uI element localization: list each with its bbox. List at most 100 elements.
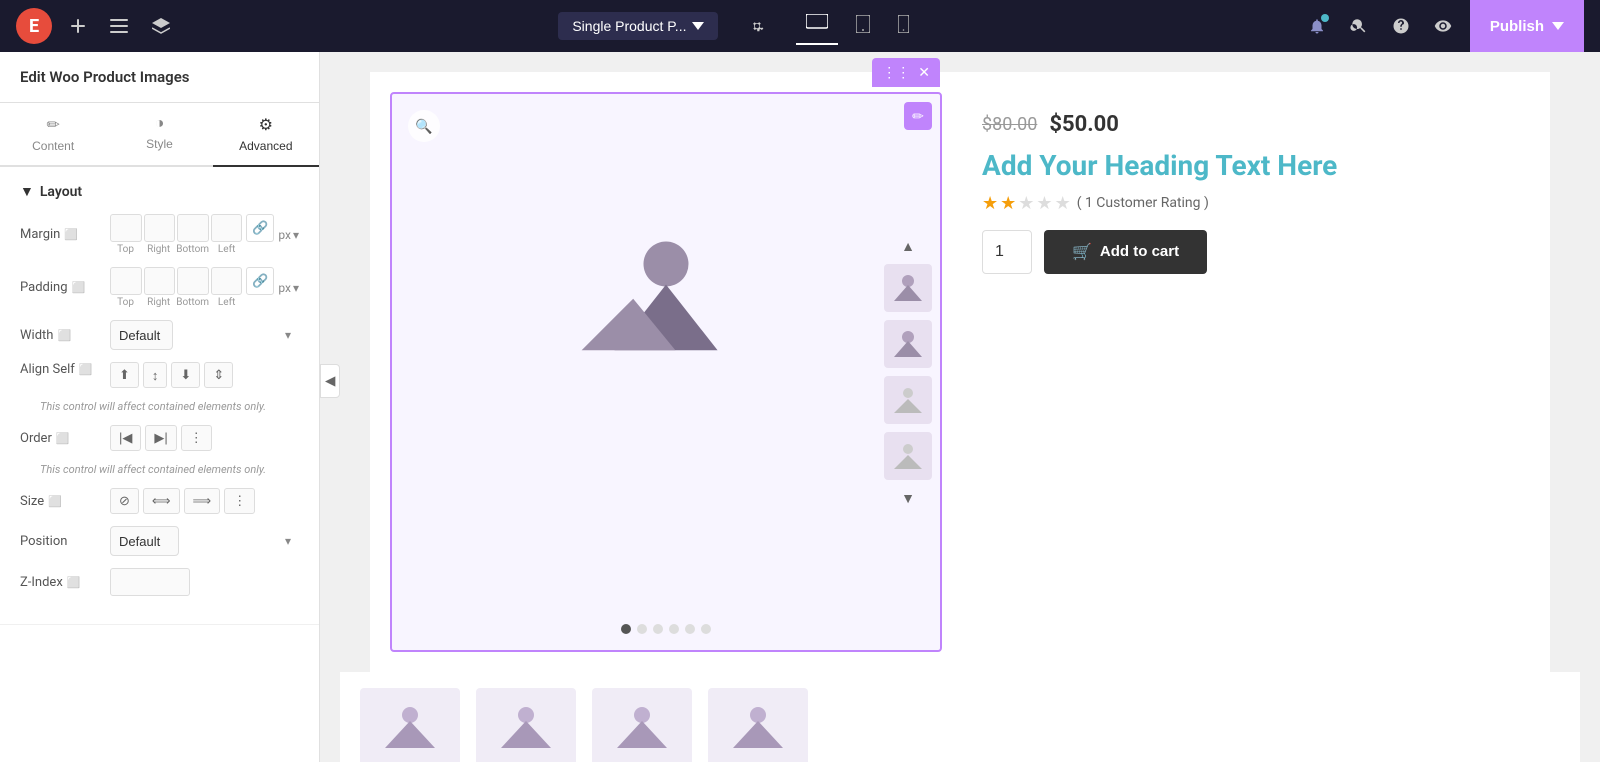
- padding-unit[interactable]: px ▾: [278, 281, 299, 295]
- tab-content[interactable]: ✏ Content: [0, 103, 106, 165]
- main-layout: Edit Woo Product Images ✏ Content ◑ Styl…: [0, 52, 1600, 762]
- add-element-button[interactable]: [64, 12, 92, 40]
- dot-1[interactable]: [621, 624, 631, 634]
- layout-section: ▼ Layout Margin ⬜: [0, 167, 319, 625]
- padding-top-input[interactable]: [110, 267, 142, 295]
- order-first-button[interactable]: |◀: [110, 425, 141, 451]
- thumbnail-2[interactable]: [884, 320, 932, 368]
- top-bar-right: Publish: [1302, 0, 1584, 52]
- size-buttons: ⊘ ⟺ ⟹ ⋮: [110, 488, 299, 514]
- widget-close-button[interactable]: ✕: [916, 62, 932, 83]
- notifications-button[interactable]: [1302, 11, 1332, 41]
- tab-style[interactable]: ◑ Style: [106, 103, 212, 165]
- dot-4[interactable]: [669, 624, 679, 634]
- margin-right-input[interactable]: [144, 214, 176, 242]
- padding-field-row: Padding ⬜ Top Right: [20, 267, 299, 308]
- dot-2[interactable]: [637, 624, 647, 634]
- width-select[interactable]: Default Custom: [110, 320, 173, 350]
- panel-collapse-button[interactable]: ◀: [320, 364, 340, 398]
- top-bar: E Single Product P...: [0, 0, 1600, 52]
- stars: ★ ★ ★ ★ ★: [982, 193, 1071, 214]
- padding-bottom-input[interactable]: [177, 267, 209, 295]
- layout-section-title[interactable]: ▼ Layout: [20, 183, 299, 200]
- page-selector-button[interactable]: Single Product P...: [558, 12, 718, 40]
- size-responsive-icon: ⬜: [48, 495, 62, 508]
- margin-unit[interactable]: px ▾: [278, 228, 299, 242]
- thumb-down-arrow[interactable]: ▼: [899, 488, 917, 508]
- add-to-cart-button[interactable]: 🛒 Add to cart: [1044, 230, 1207, 274]
- tablet-view-button[interactable]: [846, 8, 880, 45]
- align-self-stretch-button[interactable]: ⇕: [204, 362, 233, 388]
- align-self-helper-text: This control will affect contained eleme…: [20, 400, 299, 425]
- desktop-view-button[interactable]: [796, 8, 838, 45]
- preview-button[interactable]: [1428, 11, 1458, 41]
- size-field-row: Size ⬜ ⊘ ⟺ ⟹ ⋮: [20, 488, 299, 514]
- size-shrink-button[interactable]: ⟹: [184, 488, 221, 514]
- search-button[interactable]: [1344, 11, 1374, 41]
- margin-left-input[interactable]: [211, 214, 243, 242]
- bottom-thumb-1[interactable]: [360, 688, 460, 762]
- layers-button[interactable]: [146, 12, 176, 40]
- order-responsive-icon: ⬜: [56, 432, 70, 445]
- padding-left-input[interactable]: [211, 267, 243, 295]
- position-select-wrapper: Default Relative Absolute Fixed: [110, 526, 299, 556]
- tab-advanced-label: Advanced: [239, 139, 292, 153]
- margin-right-label: Right: [143, 244, 174, 255]
- star-4: ★: [1036, 193, 1052, 214]
- margin-bottom-label: Bottom: [176, 244, 209, 255]
- star-3: ★: [1018, 193, 1034, 214]
- size-none-button[interactable]: ⊘: [110, 488, 139, 514]
- position-select[interactable]: Default Relative Absolute Fixed: [110, 526, 179, 556]
- widget-drag-button[interactable]: ⋮⋮: [880, 62, 912, 83]
- quantity-input[interactable]: [982, 230, 1032, 274]
- publish-button[interactable]: Publish: [1470, 0, 1584, 52]
- size-custom-button[interactable]: ⋮: [224, 488, 255, 514]
- tab-advanced[interactable]: ⚙ Advanced: [213, 103, 319, 167]
- bottom-thumb-2[interactable]: [476, 688, 576, 762]
- device-selector: [796, 8, 919, 45]
- widget-top-bar: ⋮⋮ ✕: [872, 58, 940, 87]
- settings-button[interactable]: [742, 11, 772, 41]
- star-2: ★: [1000, 193, 1016, 214]
- padding-link-button[interactable]: 🔗: [246, 267, 274, 295]
- price-row: $80.00 $50.00: [982, 112, 1530, 137]
- order-custom-button[interactable]: ⋮: [181, 425, 212, 451]
- product-container: ⋮⋮ ✕ ✏ 🔍 ▲: [370, 72, 1550, 672]
- panel-toggle-button[interactable]: [104, 13, 134, 39]
- dot-6[interactable]: [701, 624, 711, 634]
- thumbnail-4[interactable]: [884, 432, 932, 480]
- margin-link-button[interactable]: 🔗: [246, 214, 274, 242]
- thumbnail-3[interactable]: [884, 376, 932, 424]
- align-self-middle-button[interactable]: ↕: [143, 362, 168, 388]
- order-last-button[interactable]: ▶|: [145, 425, 176, 451]
- thumbnail-1[interactable]: [884, 264, 932, 312]
- image-main: [392, 94, 940, 494]
- margin-bottom-input[interactable]: [177, 214, 209, 242]
- align-self-buttons: ⬆ ↕ ⬇ ⇕: [110, 362, 299, 388]
- margin-responsive-icon: ⬜: [64, 228, 78, 241]
- padding-inputs: Top Right Bottom Left 🔗: [110, 267, 274, 308]
- z-index-field-row: Z-Index ⬜: [20, 568, 299, 596]
- bottom-thumb-4[interactable]: [708, 688, 808, 762]
- help-button[interactable]: [1386, 11, 1416, 41]
- align-self-bottom-button[interactable]: ⬇: [171, 362, 200, 388]
- align-self-label: Align Self ⬜: [20, 362, 110, 377]
- dot-5[interactable]: [685, 624, 695, 634]
- padding-unit-arrow: ▾: [293, 281, 299, 295]
- add-to-cart-label: Add to cart: [1100, 243, 1179, 260]
- margin-label: Margin ⬜: [20, 227, 110, 242]
- align-self-top-button[interactable]: ⬆: [110, 362, 139, 388]
- rating-row: ★ ★ ★ ★ ★ ( 1 Customer Rating ): [982, 193, 1530, 214]
- padding-label: Padding ⬜: [20, 280, 110, 295]
- panel-header: Edit Woo Product Images: [0, 52, 319, 103]
- thumb-up-arrow[interactable]: ▲: [899, 236, 917, 256]
- size-grow-button[interactable]: ⟺: [143, 488, 180, 514]
- dot-3[interactable]: [653, 624, 663, 634]
- bottom-thumb-3[interactable]: [592, 688, 692, 762]
- margin-top-input[interactable]: [110, 214, 142, 242]
- mobile-view-button[interactable]: [888, 8, 919, 45]
- z-index-input[interactable]: [110, 568, 190, 596]
- size-label: Size ⬜: [20, 494, 110, 509]
- image-widget: ⋮⋮ ✕ ✏ 🔍 ▲: [390, 92, 942, 652]
- padding-right-input[interactable]: [144, 267, 176, 295]
